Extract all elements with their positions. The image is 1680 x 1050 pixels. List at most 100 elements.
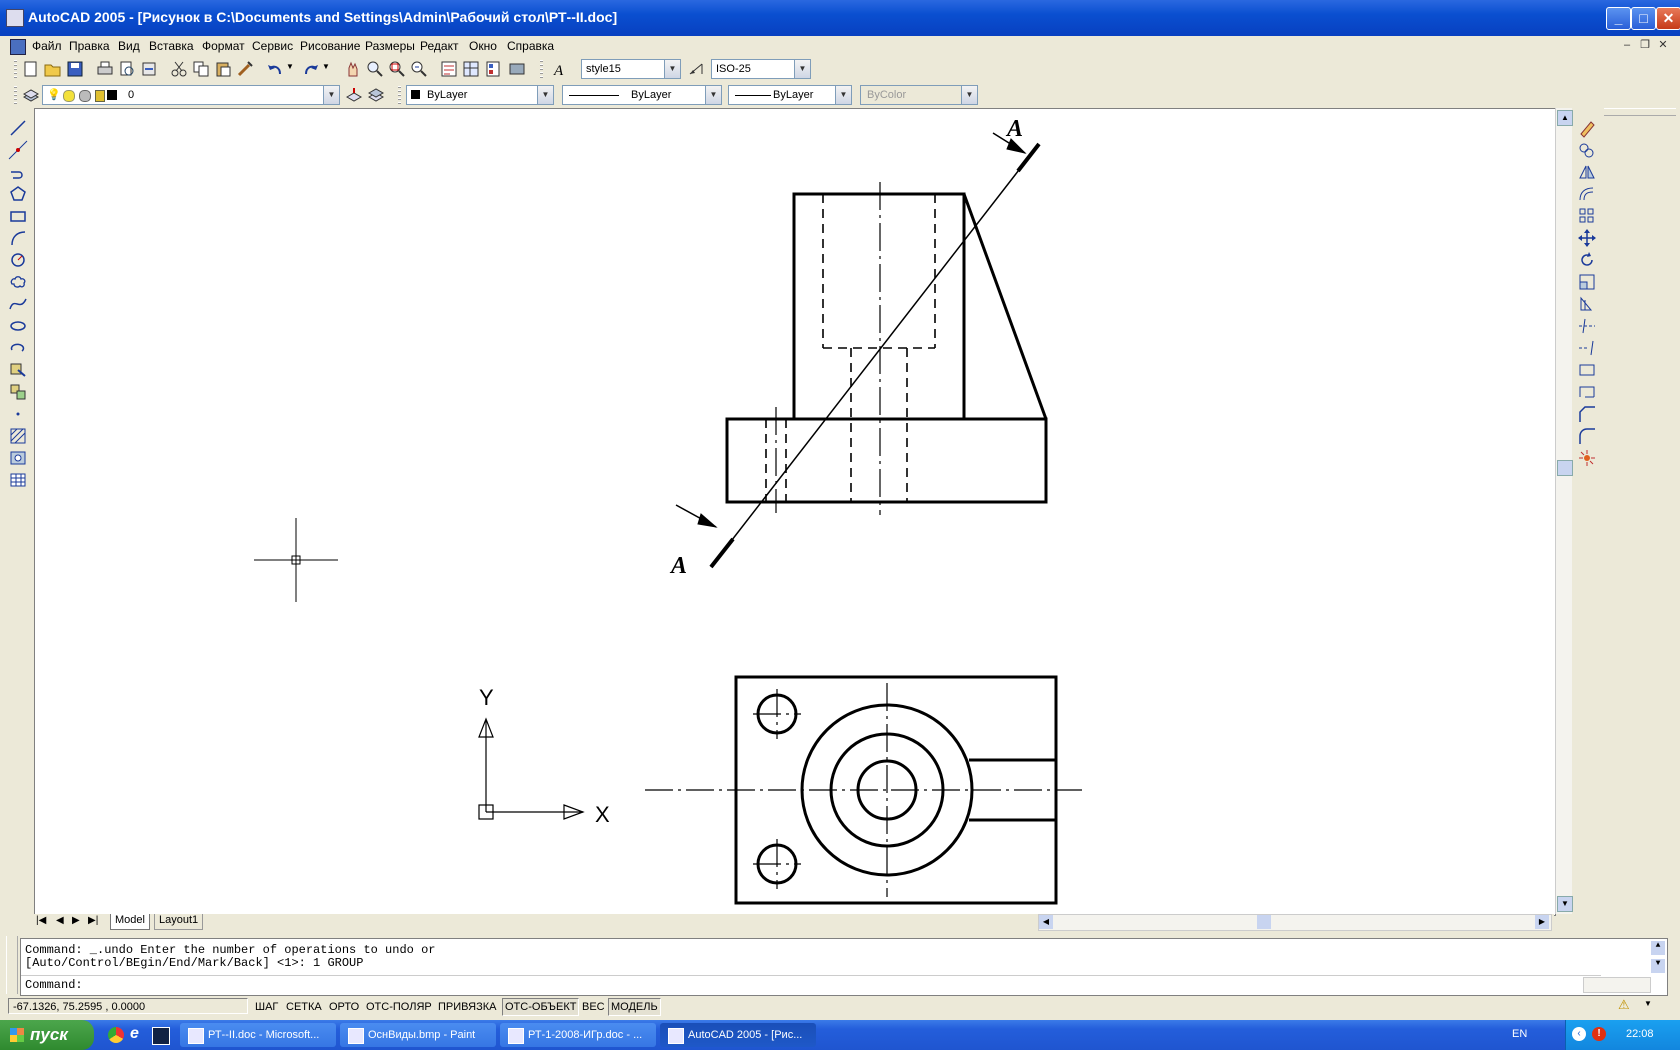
zoom-window-icon[interactable] [388, 60, 406, 78]
tab-model[interactable]: Model [110, 914, 150, 930]
horizontal-scrollbar[interactable]: ◀ ▶ [1038, 914, 1552, 931]
object-snap-toggle[interactable]: ПРИВЯЗКА [435, 998, 499, 1016]
chevron-down-icon[interactable]: ▼ [664, 60, 680, 78]
explode-icon[interactable] [1577, 448, 1597, 468]
chevron-down-icon[interactable]: ▼ [323, 86, 339, 104]
drawing-doc-icon[interactable] [10, 39, 26, 55]
autocad-app-icon[interactable] [6, 9, 24, 27]
zoom-previous-icon[interactable] [410, 60, 428, 78]
layer-on-bulb-icon[interactable]: 💡 [47, 86, 61, 104]
vertical-scrollbar[interactable]: ▲ ▼ [1555, 108, 1573, 914]
menu-tools[interactable]: Сервис [252, 39, 293, 53]
layer-select[interactable]: 💡 0 ▼ [42, 85, 340, 105]
properties-icon[interactable] [440, 60, 458, 78]
match-properties-icon[interactable] [236, 60, 254, 78]
layer-manager-icon[interactable] [22, 86, 40, 104]
new-file-icon[interactable] [22, 60, 40, 78]
scroll-left-icon[interactable]: ◀ [1039, 915, 1053, 929]
taskbar-item-autocad[interactable]: AutoCAD 2005 - [Рис... [660, 1023, 816, 1047]
menu-modify[interactable]: Редакт [420, 39, 458, 53]
point-icon[interactable] [8, 404, 28, 424]
cmd-horizontal-scrollbar[interactable] [1583, 977, 1651, 993]
last-tab-icon[interactable]: ▶| [88, 915, 98, 926]
copy-icon[interactable] [192, 60, 210, 78]
sheet-set-icon[interactable] [508, 60, 526, 78]
next-tab-icon[interactable]: ▶ [72, 915, 80, 926]
polygon-icon[interactable] [8, 184, 28, 204]
undo-icon[interactable] [266, 60, 284, 78]
chevron-down-icon[interactable]: ▼ [537, 86, 553, 104]
publish-icon[interactable] [140, 60, 158, 78]
spline-icon[interactable] [8, 294, 28, 314]
chevron-down-icon[interactable]: ▼ [835, 86, 851, 104]
menu-format[interactable]: Формат [202, 39, 245, 53]
construction-line-icon[interactable] [8, 140, 28, 160]
region-icon[interactable] [8, 448, 28, 468]
minimize-button[interactable]: _ [1606, 7, 1631, 30]
line-icon[interactable] [8, 118, 28, 138]
doc-close-button[interactable]: ✕ [1656, 38, 1670, 52]
print-preview-icon[interactable] [118, 60, 136, 78]
pan-realtime-icon[interactable] [344, 60, 362, 78]
layer-thaw-sun-icon[interactable] [63, 90, 75, 102]
text-style-select[interactable]: style15 ▼ [581, 59, 681, 79]
zoom-realtime-icon[interactable] [366, 60, 384, 78]
toolbar-grip[interactable] [540, 60, 543, 78]
communication-center-icon[interactable]: ⚠ [1618, 997, 1634, 1013]
close-button[interactable]: ✕ [1656, 7, 1680, 30]
extend-icon[interactable] [1577, 338, 1597, 358]
arc-icon[interactable] [8, 228, 28, 248]
offset-icon[interactable] [1577, 184, 1597, 204]
chrome-quicklaunch-icon[interactable] [108, 1027, 124, 1043]
menu-dimension[interactable]: Размеры [365, 39, 415, 53]
stretch-icon[interactable] [1577, 294, 1597, 314]
app-quicklaunch-icon[interactable] [152, 1027, 170, 1045]
taskbar-item-word-doc[interactable]: РТ--II.doc - Microsoft... [180, 1023, 336, 1047]
command-input[interactable]: Command: [21, 975, 1601, 994]
circle-icon[interactable] [8, 250, 28, 270]
insert-block-icon[interactable] [8, 360, 28, 380]
redo-dropdown-icon[interactable]: ▼ [322, 62, 330, 71]
front-view-base[interactable] [725, 417, 1048, 504]
make-object-layer-current-icon[interactable] [345, 86, 363, 104]
doc-minimize-button[interactable]: ‒ [1620, 38, 1634, 52]
tool-palettes-icon[interactable] [484, 60, 502, 78]
layer-unlock-icon[interactable] [95, 90, 105, 102]
snap-toggle[interactable]: ШАГ [252, 998, 281, 1016]
break-icon[interactable] [1577, 382, 1597, 402]
toolbar-grip[interactable] [398, 86, 401, 104]
save-icon[interactable] [66, 60, 84, 78]
polyline-icon[interactable] [8, 162, 28, 182]
front-view-rib-edge[interactable] [962, 193, 1048, 420]
array-icon[interactable] [1577, 206, 1597, 226]
hatch-icon[interactable] [8, 426, 28, 446]
scale-icon[interactable] [1577, 272, 1597, 292]
tab-layout1[interactable]: Layout1 [154, 914, 204, 930]
scroll-down-icon[interactable]: ▼ [1557, 896, 1573, 912]
front-view-boss[interactable] [792, 192, 966, 421]
clock[interactable]: 22:08 [1626, 1028, 1654, 1040]
status-menu-arrow-icon[interactable]: ▼ [1644, 999, 1652, 1008]
vertical-scroll-thumb[interactable] [1557, 460, 1573, 476]
lineweight-toggle[interactable]: ВЕС [579, 998, 608, 1016]
menu-view[interactable]: Вид [118, 39, 140, 53]
menu-draw[interactable]: Рисование [300, 39, 360, 53]
menu-window[interactable]: Окно [469, 39, 497, 53]
docked-toolbar-grip[interactable] [1604, 108, 1676, 116]
cmd-scroll-down-icon[interactable]: ▼ [1651, 959, 1665, 973]
layer-previous-icon[interactable] [367, 86, 385, 104]
toolbar-grip[interactable] [14, 60, 17, 78]
paste-icon[interactable] [214, 60, 232, 78]
linetype-control-select[interactable]: ByLayer ▼ [562, 85, 722, 105]
copy-object-icon[interactable] [1577, 140, 1597, 160]
coordinates-display[interactable]: -67.1326, 75.2595 , 0.0000 [8, 998, 248, 1014]
ellipse-arc-icon[interactable] [8, 338, 28, 358]
fillet-icon[interactable] [1577, 426, 1597, 446]
scroll-up-icon[interactable]: ▲ [1557, 110, 1573, 126]
drawing-canvas[interactable]: A A Y X [34, 108, 1556, 916]
layer-viewport-icon[interactable] [79, 90, 91, 102]
trim-icon[interactable] [1577, 316, 1597, 336]
language-indicator[interactable]: EN [1512, 1028, 1527, 1040]
undo-dropdown-icon[interactable]: ▼ [286, 62, 294, 71]
doc-restore-button[interactable]: ❐ [1638, 38, 1652, 52]
